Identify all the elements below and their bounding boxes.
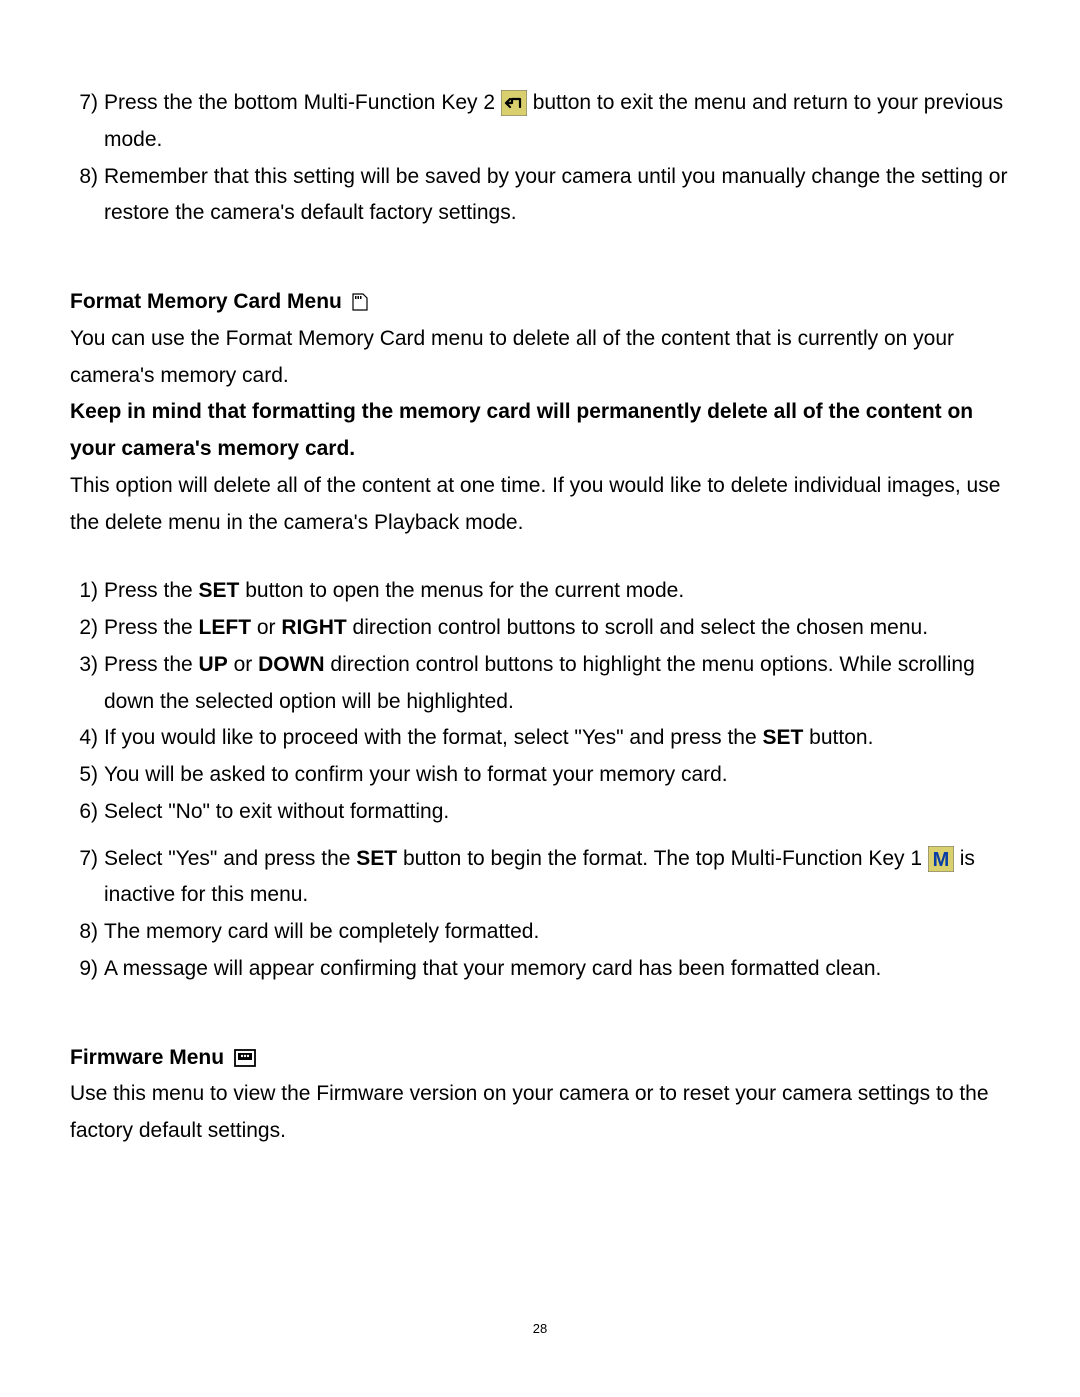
text-segment: or [251,616,281,639]
text-bold: RIGHT [281,616,346,639]
svg-text:M: M [933,849,950,871]
list-text: A message will appear confirming that yo… [98,951,881,988]
list-text: The memory card will be completely forma… [98,914,539,951]
text-segment: Select "Yes" and press the [104,847,356,870]
list-number: 8) [70,159,98,233]
list-text: Press the UP or DOWN direction control b… [98,647,1010,721]
text-segment: Press the the bottom Multi-Function Key … [104,91,501,114]
list-number: 7) [70,85,98,159]
text-bold: SET [199,579,240,602]
m-key-icon: M [928,846,954,872]
heading-firmware-menu: Firmware Menu [70,1040,1010,1077]
list-number: 6) [70,794,98,831]
text-bold: LEFT [199,616,252,639]
list-number: 1) [70,573,98,610]
text-segment: Press the [104,579,199,602]
list-item: 9) A message will appear confirming that… [70,951,1010,988]
list-text: Press the LEFT or RIGHT direction contro… [98,610,928,647]
list-text: If you would like to proceed with the fo… [98,720,873,757]
list-item: 7) Select "Yes" and press the SET button… [70,841,1010,915]
list-text: Press the the bottom Multi-Function Key … [98,85,1010,159]
sd-card-icon [352,293,368,311]
text-segment: If you would like to proceed with the fo… [104,726,763,749]
text-bold: UP [199,653,228,676]
list-text: Select "Yes" and press the SET button to… [98,841,1010,915]
list-number: 3) [70,647,98,721]
list-number: 8) [70,914,98,951]
paragraph: Use this menu to view the Firmware versi… [70,1076,1010,1150]
list-number: 5) [70,757,98,794]
list-text: You will be asked to confirm your wish t… [98,757,728,794]
heading-format-memory-card: Format Memory Card Menu [70,284,1010,321]
heading-text: Format Memory Card Menu [70,284,342,321]
list-item: 1) Press the SET button to open the menu… [70,573,1010,610]
paragraph: You can use the Format Memory Card menu … [70,321,1010,395]
page-number: 28 [0,1318,1080,1341]
text-segment: direction control buttons to scroll and … [347,616,928,639]
list-text: Remember that this setting will be saved… [98,159,1010,233]
list-number: 9) [70,951,98,988]
list-text: Select "No" to exit without formatting. [98,794,449,831]
paragraph: This option will delete all of the conte… [70,468,1010,542]
list-item: 3) Press the UP or DOWN direction contro… [70,647,1010,721]
firmware-icon [234,1049,256,1067]
list-text: Press the SET button to open the menus f… [98,573,684,610]
list-item: 2) Press the LEFT or RIGHT direction con… [70,610,1010,647]
list-item: 8) The memory card will be completely fo… [70,914,1010,951]
list-item: 6) Select "No" to exit without formattin… [70,794,1010,831]
list-item: 7) Press the the bottom Multi-Function K… [70,85,1010,159]
list-number: 2) [70,610,98,647]
text-segment: button to open the menus for the current… [239,579,684,602]
list-item: 4) If you would like to proceed with the… [70,720,1010,757]
list-number: 4) [70,720,98,757]
text-segment: button to begin the format. The top Mult… [397,847,928,870]
list-number: 7) [70,841,98,915]
heading-text: Firmware Menu [70,1040,224,1077]
list-item: 5) You will be asked to confirm your wis… [70,757,1010,794]
text-segment: Press the [104,653,199,676]
text-segment: button. [803,726,873,749]
list-item: 8) Remember that this setting will be sa… [70,159,1010,233]
text-bold: SET [356,847,397,870]
paragraph-warning: Keep in mind that formatting the memory … [70,394,1010,468]
text-segment: or [228,653,258,676]
text-segment: Press the [104,616,199,639]
return-arrow-icon [501,90,527,116]
text-bold: SET [763,726,804,749]
text-bold: DOWN [258,653,325,676]
